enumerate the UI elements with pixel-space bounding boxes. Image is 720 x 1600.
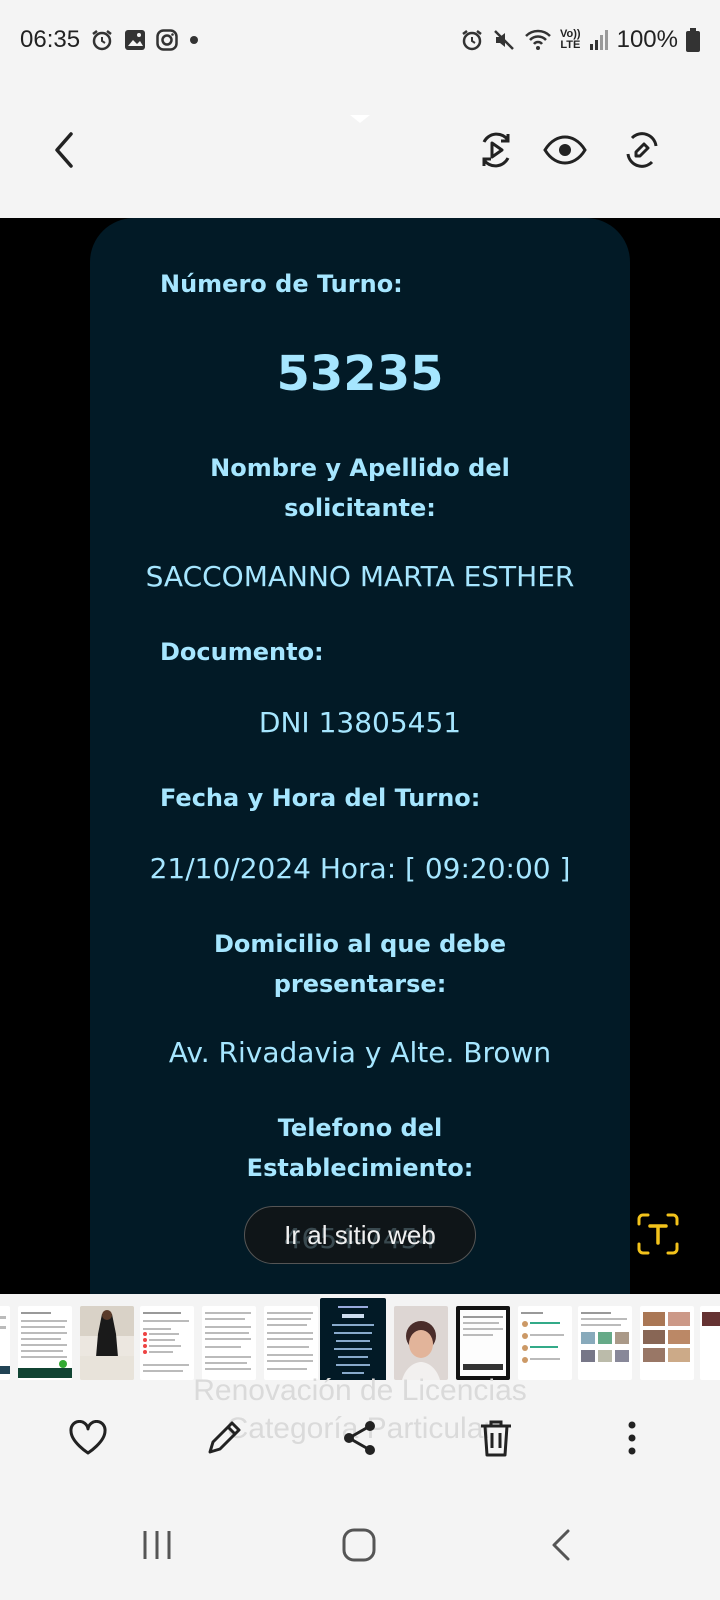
battery-percent: 100% — [616, 26, 678, 53]
play-rotate-icon — [482, 132, 510, 168]
thumbnail[interactable] — [456, 1306, 510, 1380]
remaster-button[interactable] — [612, 120, 672, 180]
more-vertical-icon — [628, 1421, 636, 1455]
extract-text-button[interactable] — [636, 1212, 680, 1256]
more-notifications-dot-icon — [188, 34, 200, 46]
document-value: DNI 13805451 — [258, 706, 462, 739]
volte-lte-indicator: Vo)) LTE — [560, 29, 581, 51]
thumbnail[interactable] — [640, 1306, 694, 1380]
share-button[interactable] — [332, 1410, 388, 1466]
applicant-label-line2: solicitante: — [284, 494, 436, 522]
turn-number-value: 53235 — [276, 346, 444, 402]
turn-number-label: Número de Turno: — [160, 270, 403, 298]
thumbnail[interactable] — [264, 1306, 318, 1380]
viewer-toolbar — [0, 80, 720, 218]
thumbnail[interactable] — [18, 1306, 72, 1380]
motion-photo-button[interactable] — [466, 120, 526, 180]
instagram-icon — [156, 29, 178, 51]
bottom-action-bar: Renovación de Licencias Categoría Partic… — [0, 1374, 720, 1486]
status-bar: 06:35 Vo)) LTE 100% — [0, 0, 720, 80]
date-time-label: Fecha y Hora del Turno: — [160, 784, 481, 812]
photo-viewer[interactable]: Número de Turno: 53235 Nombre y Apellido… — [0, 218, 720, 1294]
signal-icon — [589, 29, 609, 51]
overlay-caption-line1: Renovación de Licencias — [193, 1374, 527, 1407]
thumbnail[interactable] — [578, 1306, 632, 1380]
rotate-edit-icon — [626, 132, 658, 168]
date-time-value: 21/10/2024 Hora: [ 09:20:00 ] — [149, 852, 571, 885]
text-scan-icon — [637, 1213, 679, 1255]
system-navigation-bar — [0, 1486, 720, 1600]
thumbnail[interactable] — [700, 1306, 720, 1380]
thumbnail[interactable] — [202, 1306, 256, 1380]
chevron-down-icon[interactable] — [348, 110, 372, 129]
heart-icon — [69, 1420, 107, 1455]
wifi-icon — [524, 28, 552, 52]
thumbnail[interactable] — [518, 1306, 572, 1380]
trash-icon — [481, 1420, 511, 1457]
address-value: Av. Rivadavia y Alte. Brown — [168, 1036, 552, 1069]
applicant-label-line1: Nombre y Apellido del — [210, 454, 510, 482]
address-label-line2: presentarse: — [273, 970, 447, 998]
battery-icon — [686, 28, 700, 52]
more-options-button[interactable] — [604, 1410, 660, 1466]
alarm-icon — [460, 28, 484, 52]
system-back-button[interactable] — [536, 1520, 586, 1570]
thumbnail[interactable] — [0, 1306, 10, 1380]
home-icon — [342, 1528, 376, 1562]
back-arrow-icon — [55, 132, 73, 168]
thumbnail[interactable] — [394, 1306, 448, 1380]
status-time: 06:35 — [20, 26, 81, 53]
favorite-button[interactable] — [60, 1410, 116, 1466]
pencil-icon — [208, 1421, 241, 1454]
address-label-line1: Domicilio al que debe — [214, 930, 506, 958]
thumbnail-selected[interactable] — [320, 1298, 386, 1380]
open-website-button[interactable]: Ir al sitio web — [244, 1206, 476, 1264]
thumbnail-strip[interactable] — [0, 1294, 720, 1380]
applicant-name-value: SACCOMANNO MARTA ESTHER — [145, 560, 575, 593]
delete-button[interactable] — [468, 1410, 524, 1466]
document-label: Documento: — [160, 638, 324, 666]
alarm-icon — [90, 28, 114, 52]
share-icon — [344, 1421, 375, 1455]
network-type-label: LTE — [560, 39, 581, 51]
thumbnail[interactable] — [140, 1306, 194, 1380]
thumbnail[interactable] — [80, 1306, 134, 1380]
eye-icon — [543, 135, 587, 165]
recent-apps-button[interactable] — [132, 1520, 182, 1570]
edit-button[interactable] — [196, 1410, 252, 1466]
mute-icon — [492, 28, 516, 52]
gallery-notification-icon — [124, 29, 146, 51]
back-chevron-icon — [552, 1529, 570, 1561]
phone-label-line2: Establecimiento: — [246, 1154, 474, 1182]
recents-icon — [143, 1531, 171, 1559]
home-button[interactable] — [334, 1520, 384, 1570]
view-button[interactable] — [535, 120, 595, 180]
phone-label-line1: Telefono del — [277, 1114, 443, 1142]
appointment-card: Número de Turno: 53235 Nombre y Apellido… — [90, 218, 630, 1294]
back-button[interactable] — [34, 120, 94, 180]
